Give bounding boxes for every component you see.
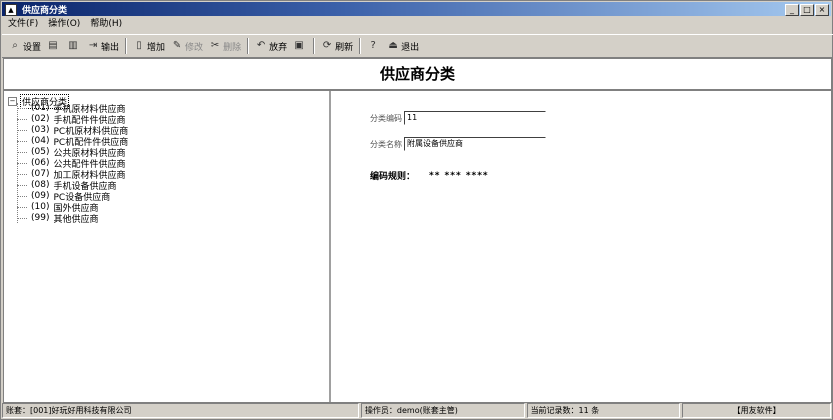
menu-operation[interactable]: 操作(O) (48, 17, 80, 32)
name-label: 分类名称 (370, 139, 402, 149)
status-records: 当前记录数：11 条 (526, 403, 681, 418)
exit-icon: ⏏ (388, 40, 398, 51)
setup-button[interactable]: ⌕ 设置 (6, 37, 44, 55)
edit-button[interactable]: ✎ 修改 (168, 37, 206, 55)
name-row: 分类名称 附属设备供应商 (370, 137, 546, 151)
category-tree: − 供应商分类 (01) 手机原材料供应商 (02) 手机配件件供应商 (03) PC… (4, 91, 331, 402)
main-content: − 供应商分类 (01) 手机原材料供应商 (02) 手机配件件供应商 (03) PC… (3, 90, 832, 403)
delete-button[interactable]: ✂ 删除 (206, 37, 244, 55)
tree-node[interactable]: (99) 其他供应商 (17, 213, 99, 225)
tree-node[interactable]: (08) 手机设备供应商 (17, 180, 117, 192)
refresh-icon: ⟳ (322, 40, 332, 51)
tree-node[interactable]: (04) PC机配件件供应商 (17, 136, 128, 148)
tree-node[interactable]: (01) 手机原材料供应商 (17, 103, 126, 115)
maximize-button[interactable]: □ (800, 4, 814, 16)
tree-node[interactable]: (07) 加工原材料供应商 (17, 169, 126, 181)
save-icon: ▣ (294, 40, 304, 51)
delete-icon: ✂ (210, 40, 220, 51)
app-icon: ▲ (5, 4, 17, 16)
menu-help[interactable]: 帮助(H) (90, 17, 122, 32)
tree-node[interactable]: (10) 国外供应商 (17, 202, 99, 214)
status-account: 账套：[001]好玩好用科技有限公司 (2, 403, 359, 418)
undo-button[interactable]: ↶ 放弃 (252, 37, 290, 55)
toolbar: ⌕ 设置 ▤ ▥ ⇥ 输出 ▯ 增加 ✎ 修改 ✂ 删除 ↶ 放弃 ▣ ⟳ 刷新 ? ⏏ 退出 (2, 34, 833, 58)
code-row: 分类编码 11 (370, 111, 546, 125)
code-label: 分类编码 (370, 113, 402, 123)
help-icon: ? (370, 40, 376, 51)
preview-button[interactable]: ▥ (64, 37, 84, 55)
menu-file[interactable]: 文件(F) (8, 17, 38, 32)
preview-icon: ▥ (68, 40, 78, 51)
menu-bar: 文件(F) 操作(O) 帮助(H) (2, 17, 833, 32)
add-icon: ▯ (136, 40, 142, 51)
refresh-button[interactable]: ⟳ 刷新 (318, 37, 356, 55)
magnifier-icon: ⌕ (12, 40, 18, 51)
close-button[interactable]: × (815, 4, 829, 16)
print-icon: ▤ (48, 40, 58, 51)
help-button[interactable]: ? (364, 37, 384, 55)
status-bar: 账套：[001]好玩好用科技有限公司 操作员：demo(账套主管) 当前记录数：… (2, 403, 831, 418)
title-bar: ▲ 供应商分类 _ □ × (2, 2, 831, 16)
collapse-icon[interactable]: − (8, 97, 17, 106)
print-button[interactable]: ▤ (44, 37, 64, 55)
rule-label: 编码规则： (370, 172, 416, 182)
export-button[interactable]: ⇥ 输出 (84, 37, 122, 55)
page-title: 供应商分类 (3, 58, 832, 90)
name-field[interactable]: 附属设备供应商 (404, 137, 546, 151)
status-operator: 操作员：demo(账套主管) (360, 403, 525, 418)
status-brand: 【用友软件】 (682, 403, 831, 418)
add-button[interactable]: ▯ 增加 (130, 37, 168, 55)
export-icon: ⇥ (88, 40, 98, 51)
tree-node[interactable]: (05) 公共原材料供应商 (17, 147, 126, 159)
rule-value: ** *** **** (429, 170, 489, 181)
exit-button[interactable]: ⏏ 退出 (384, 37, 422, 55)
tree-node[interactable]: (06) 公共配件件供应商 (17, 158, 126, 170)
edit-icon: ✎ (172, 40, 182, 51)
code-field[interactable]: 11 (404, 111, 546, 125)
save-button[interactable]: ▣ (290, 37, 310, 55)
window-title: 供应商分类 (22, 6, 68, 16)
app-window: ▲ 供应商分类 _ □ × 文件(F) 操作(O) 帮助(H) ⌕ 设置 ▤ ▥ … (0, 0, 833, 420)
tree-node[interactable]: (09) PC设备供应商 (17, 191, 110, 203)
coding-rule: 编码规则： ** *** **** (370, 169, 489, 183)
minimize-button[interactable]: _ (785, 4, 799, 16)
detail-panel: 分类编码 11 分类名称 附属设备供应商 编码规则： ** *** **** (332, 91, 831, 402)
tree-node[interactable]: (03) PC机原材料供应商 (17, 125, 128, 137)
tree-node[interactable]: (02) 手机配件件供应商 (17, 114, 126, 126)
undo-icon: ↶ (256, 40, 266, 51)
